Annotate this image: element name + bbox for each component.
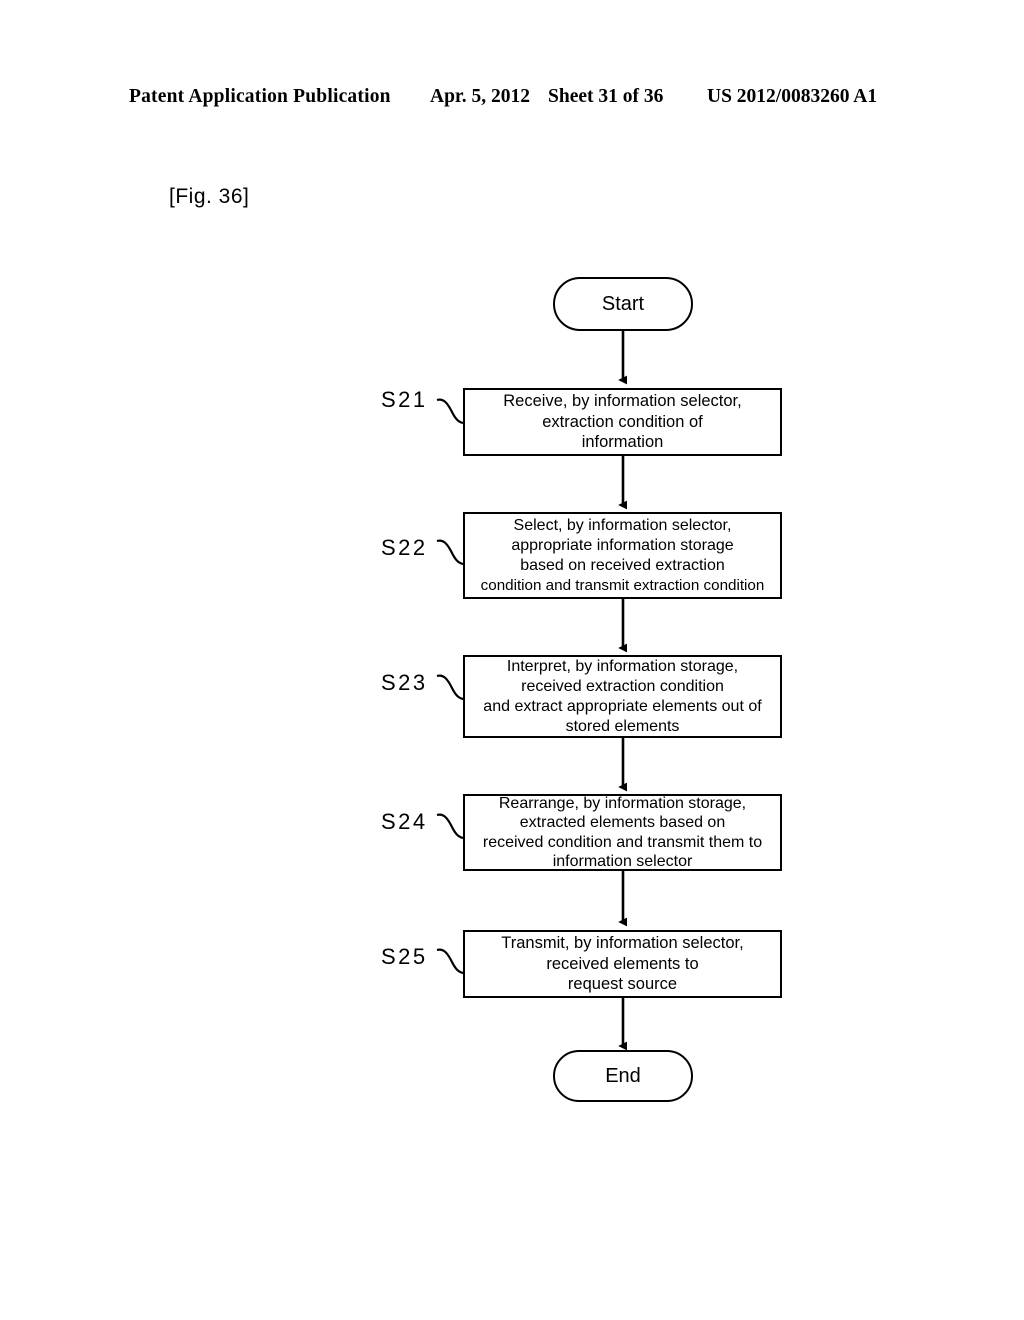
leader-line-s25 — [436, 948, 464, 975]
flow-node-start-label: Start — [601, 292, 645, 315]
flow-node-s22-line-4: condition and transmit extraction condit… — [480, 576, 765, 594]
flow-node-s21-line-3: information — [581, 433, 664, 452]
flow-node-s25: Transmit, by information selector, recei… — [463, 930, 782, 998]
flow-node-s23-line-2: received extraction condition — [521, 677, 724, 695]
flow-node-s24: Rearrange, by information storage, extra… — [463, 794, 782, 871]
flow-node-s21-line-1: Receive, by information selector, — [503, 392, 742, 411]
step-label-s25: S25 — [381, 944, 428, 969]
flow-node-s25-line-3: request source — [567, 975, 678, 994]
flow-node-s23-line-1: Interpret, by information storage, — [506, 657, 739, 675]
flow-node-s22-line-1: Select, by information selector, — [513, 516, 732, 534]
flow-node-s24-line-1: Rearrange, by information storage, — [498, 794, 747, 812]
leader-line-s23 — [436, 674, 464, 701]
flow-node-s25-line-2: received elements to — [546, 954, 699, 973]
flow-node-s21: Receive, by information selector, extrac… — [463, 388, 782, 456]
flow-node-s22: Select, by information selector, appropr… — [463, 512, 782, 599]
flow-node-s24-line-3: received condition and transmit them to — [482, 833, 763, 851]
step-label-s21: S21 — [381, 387, 428, 412]
flow-node-start: Start — [553, 277, 693, 331]
flow-node-s23-line-3: and extract appropriate elements out of — [483, 697, 762, 715]
flow-node-s21-line-2: extraction condition of — [542, 412, 703, 431]
flow-node-s24-line-2: extracted elements based on — [519, 814, 726, 831]
flow-node-s23-line-4: stored elements — [565, 717, 680, 735]
leader-line-s24 — [436, 813, 464, 840]
flow-node-s25-line-1: Transmit, by information selector, — [501, 934, 744, 953]
patent-drawing-page: Patent Application Publication Apr. 5, 2… — [0, 0, 1024, 1320]
flow-node-s22-line-2: appropriate information storage — [511, 536, 734, 554]
flow-node-end: End — [553, 1050, 693, 1102]
flowchart: Start S21 Receive, by information select… — [0, 0, 1024, 1320]
step-label-s24: S24 — [381, 809, 428, 834]
flow-node-s24-line-4: information selector — [552, 853, 693, 870]
step-label-s23: S23 — [381, 670, 428, 695]
flow-node-end-label: End — [605, 1064, 641, 1087]
step-label-s22: S22 — [381, 535, 428, 560]
leader-line-s21 — [436, 398, 464, 425]
flow-node-s23: Interpret, by information storage, recei… — [463, 655, 782, 738]
leader-line-s22 — [436, 539, 464, 566]
flow-node-s22-line-3: based on received extraction — [520, 556, 725, 574]
